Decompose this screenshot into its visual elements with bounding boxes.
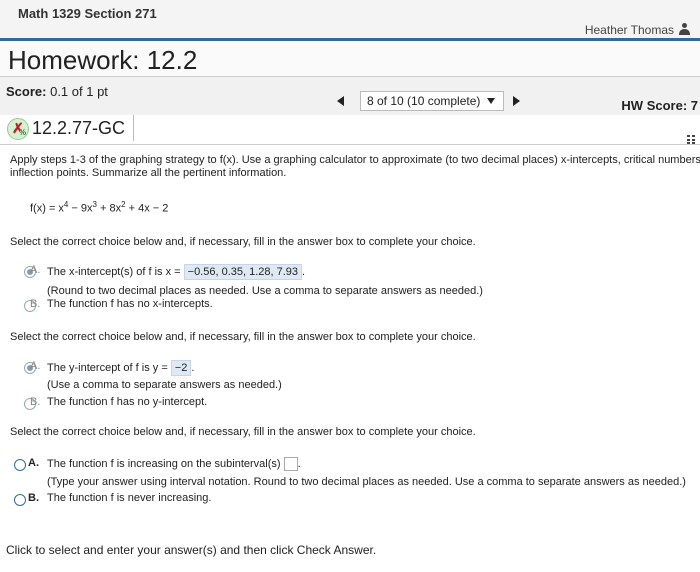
part1-option-b-letter: B. xyxy=(30,298,41,310)
footer-instruction: Click to select and enter your answer(s)… xyxy=(6,543,377,557)
question-selector-dropdown[interactable]: 8 of 10 (10 complete) xyxy=(360,91,504,111)
part2-option-b-letter: B. xyxy=(30,396,41,408)
function-definition: f(x) = x4 − 9x3 + 8x2 + 4x − 2 xyxy=(30,200,168,215)
x-intercepts-answer-field[interactable]: −0.56, 0.35, 1.28, 7.93 xyxy=(183,264,303,280)
score-display: Score: 0.1 of 1 pt xyxy=(6,84,108,99)
part2-option-b-text: The function f has no y-intercept. xyxy=(47,396,208,408)
homework-title: Homework: 12.2 xyxy=(8,45,198,75)
score-label: Score: xyxy=(6,84,47,99)
part1-prompt: Select the correct choice below and, if … xyxy=(10,236,476,248)
part3-option-a-note: (Type your answer using interval notatio… xyxy=(47,476,686,488)
partial-credit-icon: ✗% xyxy=(7,118,29,140)
part1-option-b-text: The function f has no x-intercepts. xyxy=(47,298,213,310)
increasing-interval-answer-field[interactable] xyxy=(283,457,298,471)
next-question-button[interactable] xyxy=(513,96,520,106)
part3-option-a-letter: A. xyxy=(28,457,39,469)
part3-option-b-letter: B. xyxy=(28,492,39,504)
part1-option-a: The x-intercept(s) of f is x = −0.56, 0.… xyxy=(47,264,306,280)
part2-option-a-note: (Use a comma to separate answers as need… xyxy=(47,379,282,391)
function-term: f(x) = x xyxy=(30,202,64,215)
part2-option-a: The y-intercept of f is y = −2. xyxy=(47,360,195,376)
instructions-line-1: Apply steps 1-3 of the graphing strategy… xyxy=(10,154,700,166)
part3-option-a: The function f is increasing on the subi… xyxy=(47,457,301,471)
part3-option-a-radio[interactable] xyxy=(14,459,26,471)
y-intercept-answer-field[interactable]: −2 xyxy=(170,360,192,376)
hw-score: HW Score: 7 xyxy=(621,98,698,113)
part1-option-a-letter: A. xyxy=(30,264,41,276)
question-id: 12.2.77-GC xyxy=(32,118,126,138)
question-header: ✗% 12.2.77-GC xyxy=(0,115,700,147)
user-name[interactable]: Heather Thomas xyxy=(585,23,674,37)
grid-menu-icon[interactable] xyxy=(687,135,696,145)
part3-option-b-radio[interactable] xyxy=(14,494,26,506)
part3-option-b-text: The function f is never increasing. xyxy=(47,492,212,504)
part2-option-a-letter: A. xyxy=(30,360,41,372)
function-term: + 8x xyxy=(96,202,122,215)
top-bar: Math 1329 Section 271 Heather Thomas xyxy=(0,0,700,38)
homework-header: Homework: 12.2 xyxy=(0,41,700,76)
function-term: + 4x − 2 xyxy=(125,202,169,215)
chevron-down-icon xyxy=(487,98,495,104)
instructions: Apply steps 1-3 of the graphing strategy… xyxy=(10,154,700,180)
question-progress: 8 of 10 (10 complete) xyxy=(367,94,481,108)
part1-option-a-text: The x-intercept(s) of f is x = xyxy=(47,266,181,278)
course-title: Math 1329 Section 271 xyxy=(18,6,157,21)
previous-question-button[interactable] xyxy=(337,96,344,106)
score-bar: Score: 0.1 of 1 pt 8 of 10 (10 complete)… xyxy=(0,77,700,115)
part1-option-a-note: (Round to two decimal places as needed. … xyxy=(47,285,483,297)
score-value: 0.1 of 1 pt xyxy=(50,84,108,99)
function-term: − 9x xyxy=(68,202,93,215)
divider xyxy=(133,115,134,141)
instructions-line-2: inflection points. Summarize all the per… xyxy=(10,167,287,179)
part2-prompt: Select the correct choice below and, if … xyxy=(10,331,476,343)
part3-prompt: Select the correct choice below and, if … xyxy=(10,426,476,438)
part3-option-a-text: The function f is increasing on the subi… xyxy=(47,457,281,470)
part2-option-a-text: The y-intercept of f is y = xyxy=(47,362,168,374)
user-icon[interactable] xyxy=(679,23,690,35)
divider xyxy=(0,144,700,145)
